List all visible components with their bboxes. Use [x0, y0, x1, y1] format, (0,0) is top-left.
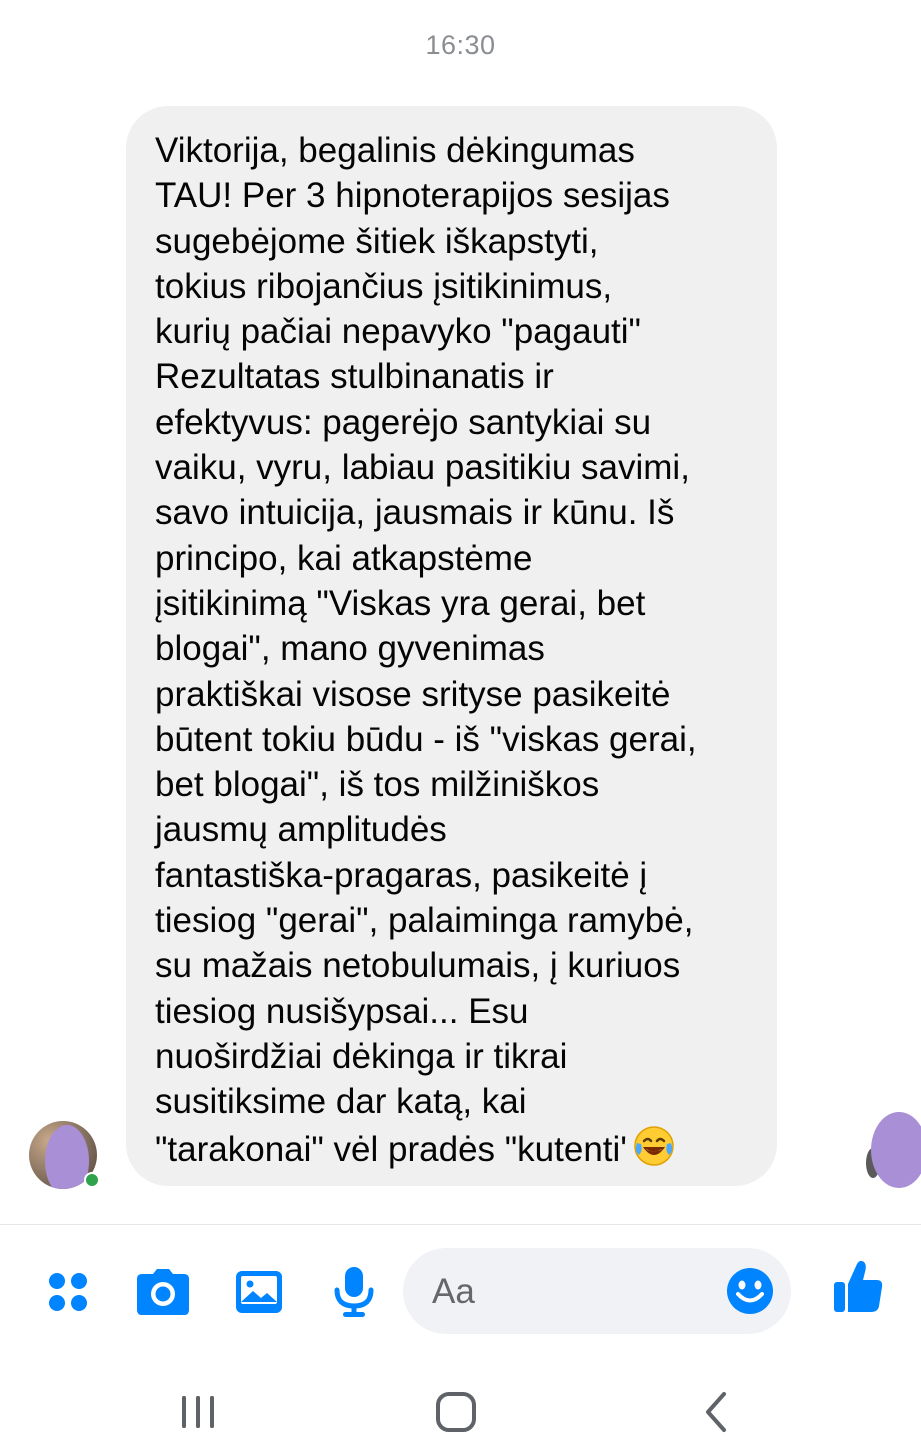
message-input[interactable]: Aa [403, 1248, 791, 1334]
avatar-redaction [45, 1125, 89, 1189]
online-status-dot [84, 1172, 100, 1188]
message-line: susitiksime dar katą, kai [155, 1082, 527, 1122]
message-line: Viktorija, begalinis dėkingumas [155, 131, 635, 170]
back-icon[interactable] [686, 1384, 746, 1440]
message-line: TAU! Per 3 hipnoterapijos sesijas [155, 176, 670, 216]
message-line-last: "tarakonai" vėl pradės "kutenti' [155, 1125, 757, 1178]
message-line: jausmų amplitudės [155, 810, 447, 850]
messenger-chat-screen: 16:30 Viktorija, begalinis dėkingumas TA… [0, 0, 921, 1455]
message-line: kurių pačiai nepavyko "pagauti" [155, 312, 641, 352]
message-line: vaiku, vyru, labiau pasitikiu savimi, [155, 448, 690, 488]
message-line: nuoširdžiai dėkinga ir tikrai [155, 1036, 568, 1076]
message-line: efektyvus: pagerėjo santykiai su [155, 402, 652, 442]
recent-apps-icon[interactable] [168, 1384, 228, 1440]
message-line-text: "tarakonai" vėl pradės "kutenti' [155, 1129, 627, 1169]
message-line: sugebėjome šitiek iškapstyti, [155, 221, 599, 261]
message-input-placeholder: Aa [432, 1272, 475, 1311]
message-line: principo, kai atkapstėme [155, 538, 533, 578]
camera-icon[interactable] [135, 1264, 191, 1320]
home-icon[interactable] [426, 1384, 486, 1440]
message-line: Rezultatas stulbinanatis ir [155, 357, 554, 397]
message-line: tokius ribojančius įsitikinimus, [155, 266, 613, 306]
composer-divider [0, 1224, 921, 1225]
face-with-tears-of-joy-icon [633, 1125, 675, 1178]
message-line: bet blogai", iš tos milžiniškos [155, 765, 600, 805]
thumbs-up-icon[interactable] [830, 1258, 886, 1314]
message-line: tiesiog "gerai", palaiminga ramybė, [155, 901, 694, 941]
message-line: fantastiška-pragaras, pasikeitė į [155, 855, 648, 895]
emoji-icon[interactable] [725, 1266, 775, 1316]
microphone-icon[interactable] [326, 1264, 382, 1320]
message-timestamp: 16:30 [425, 30, 496, 60]
message-line: savo intuicija, jausmais ir kūnu. Iš [155, 493, 675, 533]
message-line: su mažais netobulumais, į kuriuos [155, 946, 681, 986]
message-line: praktiškai visose srityse pasikeitė [155, 674, 671, 714]
message-line: įsitikinimą "Viskas yra gerai, bet [155, 583, 646, 623]
apps-icon[interactable] [40, 1264, 96, 1320]
message-line: tiesiog nusišypsai... Esu [155, 991, 529, 1031]
gallery-icon[interactable] [231, 1264, 287, 1320]
message-line: blogai", mano gyvenimas [155, 629, 545, 669]
message-line: būtent tokiu būdu - iš "viskas gerai, [155, 719, 697, 759]
message-bubble[interactable]: Viktorija, begalinis dėkingumas TAU! Per… [126, 106, 777, 1186]
seen-indicator-avatar [871, 1112, 921, 1188]
